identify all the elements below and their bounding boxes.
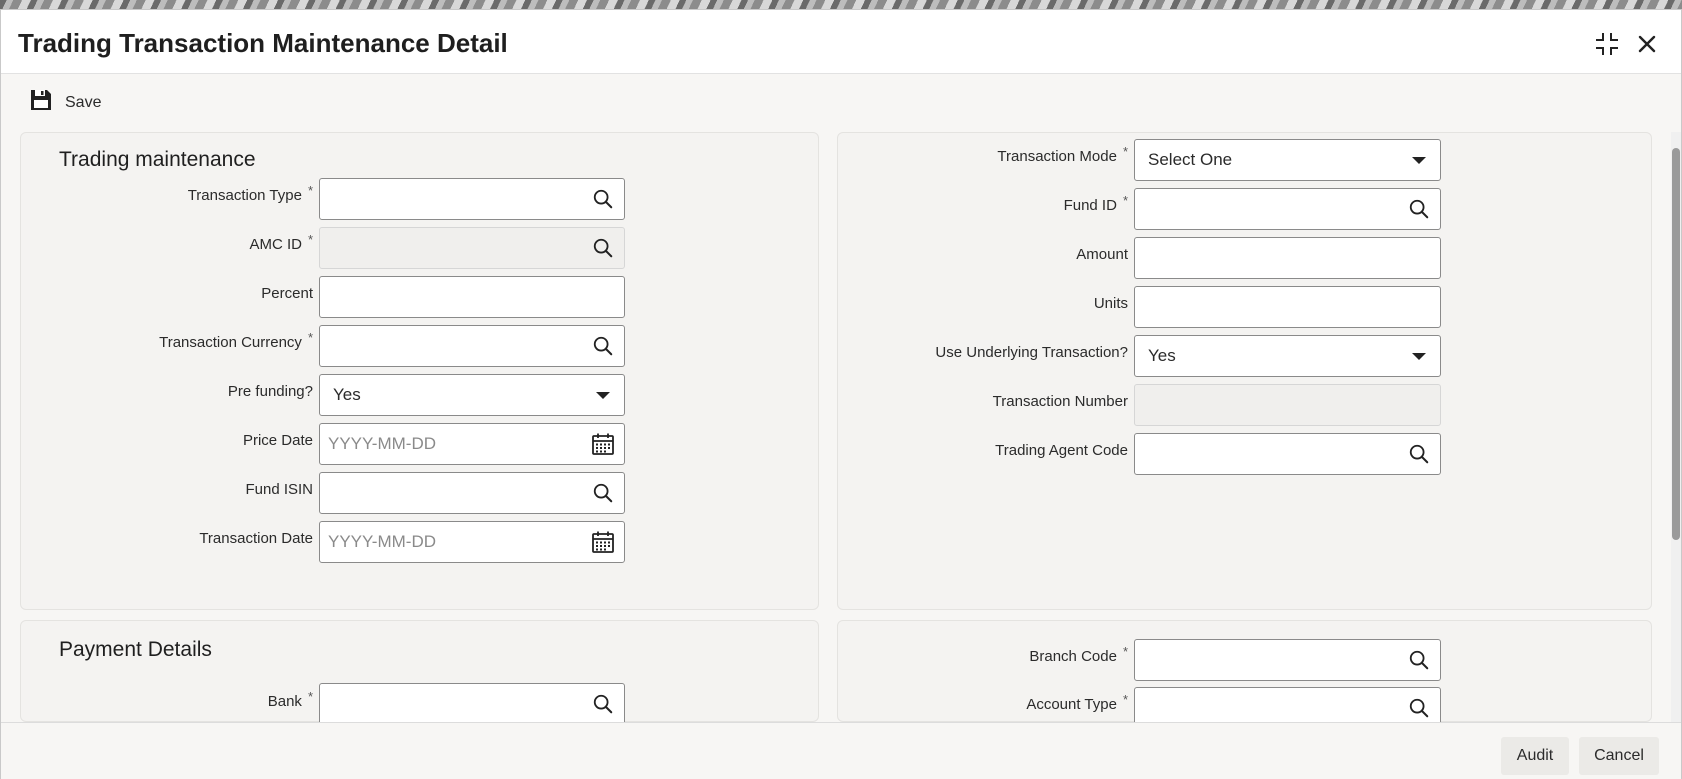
trading-agent-code-field[interactable] bbox=[1134, 433, 1441, 475]
use-underlying-select[interactable]: Yes bbox=[1134, 335, 1441, 377]
fund-id-field[interactable] bbox=[1134, 188, 1441, 230]
maximize-icon[interactable] bbox=[1593, 30, 1621, 58]
audit-button[interactable]: Audit bbox=[1501, 737, 1569, 775]
use-underlying-label: Use Underlying Transaction? bbox=[935, 344, 1128, 361]
payment-right-panel: Branch Code * Account Type * bbox=[837, 620, 1652, 729]
transaction-date-label: Transaction Date bbox=[199, 530, 313, 547]
trading-right-panel: Transaction Mode * Select One Fund ID * Am… bbox=[837, 132, 1652, 610]
calendar-icon[interactable] bbox=[582, 424, 624, 464]
units-label: Units bbox=[1093, 295, 1128, 312]
price-date-label: Price Date bbox=[242, 432, 313, 449]
transaction-mode-select[interactable]: Select One bbox=[1134, 139, 1441, 181]
close-icon[interactable] bbox=[1633, 30, 1661, 58]
search-icon[interactable] bbox=[582, 179, 624, 219]
pre-funding-label: Pre funding? bbox=[227, 383, 313, 400]
dropdown-caret-icon bbox=[1412, 156, 1426, 164]
transaction-mode-label: Transaction Mode * bbox=[997, 144, 1128, 165]
vertical-scrollbar[interactable] bbox=[1671, 132, 1681, 722]
dialog-window: Trading Transaction Maintenance Detail S bbox=[0, 9, 1682, 779]
toolbar: Save bbox=[1, 74, 1681, 132]
section-title-trading: Trading maintenance bbox=[59, 148, 256, 171]
percent-field[interactable] bbox=[319, 276, 625, 318]
section-title-payment: Payment Details bbox=[59, 638, 212, 661]
dropdown-caret-icon bbox=[596, 391, 610, 399]
dropdown-caret-icon bbox=[1412, 352, 1426, 360]
search-icon[interactable] bbox=[1398, 640, 1440, 680]
trading-left-panel: Trading maintenance Transaction Type * AM… bbox=[20, 132, 819, 610]
cancel-button[interactable]: Cancel bbox=[1579, 737, 1659, 775]
save-label: Save bbox=[65, 93, 102, 111]
transaction-number-field bbox=[1134, 384, 1441, 426]
fund-id-label: Fund ID * bbox=[1063, 193, 1128, 214]
pre-funding-select[interactable]: Yes bbox=[319, 374, 625, 416]
fund-isin-label: Fund ISIN bbox=[245, 481, 313, 498]
price-date-field[interactable]: YYYY-MM-DD bbox=[319, 423, 625, 465]
trading-agent-code-label: Trading Agent Code bbox=[995, 442, 1128, 459]
calendar-icon[interactable] bbox=[582, 522, 624, 562]
payment-left-panel: Payment Details Bank * bbox=[20, 620, 819, 725]
transaction-date-field[interactable]: YYYY-MM-DD bbox=[319, 521, 625, 563]
bank-label: Bank * bbox=[267, 689, 313, 710]
transaction-currency-label: Transaction Currency * bbox=[159, 330, 313, 351]
branch-code-field[interactable] bbox=[1134, 639, 1441, 681]
amount-field[interactable] bbox=[1134, 237, 1441, 279]
save-icon bbox=[29, 88, 53, 117]
search-icon[interactable] bbox=[1398, 434, 1440, 474]
search-icon[interactable] bbox=[1398, 189, 1440, 229]
fund-isin-field[interactable] bbox=[319, 472, 625, 514]
transaction-currency-field[interactable] bbox=[319, 325, 625, 367]
amc-id-label: AMC ID * bbox=[249, 232, 313, 253]
branch-code-label: Branch Code * bbox=[1029, 644, 1128, 665]
percent-label: Percent bbox=[261, 285, 313, 302]
transaction-type-label: Transaction Type * bbox=[187, 183, 313, 204]
transaction-type-field[interactable] bbox=[319, 178, 625, 220]
bank-field[interactable] bbox=[319, 683, 625, 725]
footer-bar: Audit Cancel bbox=[1, 722, 1681, 779]
units-field[interactable] bbox=[1134, 286, 1441, 328]
search-icon[interactable] bbox=[582, 326, 624, 366]
amount-label: Amount bbox=[1076, 246, 1128, 263]
save-button[interactable]: Save bbox=[29, 88, 101, 117]
search-icon[interactable] bbox=[582, 228, 624, 268]
amc-id-field[interactable] bbox=[319, 227, 625, 269]
page-title: Trading Transaction Maintenance Detail bbox=[18, 28, 508, 58]
background-strip bbox=[0, 0, 1682, 9]
search-icon[interactable] bbox=[582, 473, 624, 513]
scrollbar-thumb[interactable] bbox=[1672, 148, 1680, 540]
transaction-number-label: Transaction Number bbox=[992, 393, 1128, 410]
search-icon[interactable] bbox=[582, 684, 624, 724]
title-bar: Trading Transaction Maintenance Detail bbox=[1, 10, 1681, 74]
account-type-label: Account Type * bbox=[1026, 692, 1128, 713]
